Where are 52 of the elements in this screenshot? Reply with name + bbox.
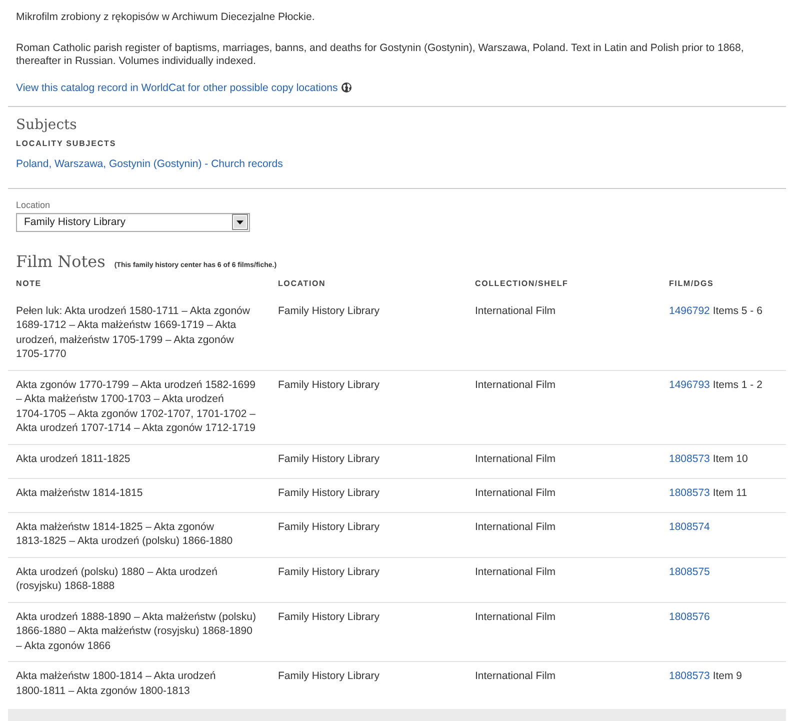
description-text: Roman Catholic parish register of baptisms, marriages, banns, and deaths for Gostynin (Gostynin), Warszawa, Poland. Text in Latin and Polish prior to 1868, thereafter in Russian. Volumes individually indexed. [16,42,745,68]
location-text: Family History Library [278,670,380,682]
film-number-link[interactable]: 1808573 [669,486,710,498]
film-number-link[interactable]: 1496792 [669,304,710,316]
column-header: FILM/DGS [669,278,714,288]
column-header: LOCATION [278,278,326,288]
location-text: Family History Library [278,520,380,532]
film-number-link[interactable]: 1808576 [669,610,710,622]
note-text: Akta małżeństw 1814-1815 [16,486,143,498]
description-text: Mikrofilm zrobiony z rękopisów w Archiwum Diecezjalne Płockie. [16,11,316,24]
collection-text: International Film [475,610,556,622]
film-number-link[interactable]: 1808574 [669,520,710,532]
section-heading: Subjects [16,116,77,134]
note-text: Akta małżeństw 1814-1825 – Akta zgonów 1813-1825 – Akta urodzeń (polsku) 1866-1880 [16,520,233,547]
location-text: Family History Library [278,610,380,622]
collection-text: International Film [475,378,556,390]
collection-text: International Film [475,670,556,682]
location-text: Family History Library [278,452,380,464]
film-items-text: Items 5 - 6 [712,304,762,316]
film-number-link[interactable]: 1808573 [669,452,710,464]
column-header: COLLECTION/SHELF [475,278,568,288]
location-text: Family History Library [278,486,380,498]
film-items-text: Item 11 [712,486,748,498]
worldcat-link[interactable]: View this catalog record in WorldCat for other possible copy locations [16,80,338,94]
field-label: Location [16,198,50,210]
film-number-link[interactable]: 1496793 [669,378,710,390]
film-number-link[interactable]: 1808575 [669,566,710,578]
location-text: Family History Library [278,378,380,390]
film-number-link[interactable]: 1808573 [669,670,710,682]
section-heading: Film Notes [16,252,106,272]
note-text: Akta urodzeń 1888-1890 – Akta małżeństw (polsku) 1866-1880 – Akta małżeństw (rosyjsku) 1868-1890 – Akta zgonów 1866 [16,610,256,652]
film-items-text: Item 9 [712,670,742,682]
location-select[interactable]: Family History Library [16,212,250,232]
note-text: Akta małżeństw 1800-1814 – Akta urodzeń 1800-1811 – Akta zgonów 1800-1813 [16,670,216,696]
globe-icon [340,82,352,93]
subject-group-heading: LOCALITY SUBJECTS [16,138,116,150]
note-text: Akta zgonów 1770-1799 – Akta urodzeń 1582-1699 – Akta małżeństw 1700-1703 – Akta urodzeń 1704-1705 – Akta zgonów 1702-1707, 1701-1702 – Akta urodzeń 1707-1714 – Akta zgonów 1712-1719 [16,378,256,434]
collection-text: International Film [475,304,556,316]
collection-text: International Film [475,452,556,464]
location-text: Family History Library [278,304,380,316]
collection-text: International Film [475,486,556,498]
note-text: Pełen luk: Akta urodzeń 1580-1711 – Akta zgonów 1689-1712 – Akta małżeństw 1669-1719 – Akta urodzeń, małżeństw 1705-1799 – Akta zgonów 1705-1770 [16,304,250,360]
note-text: Akta urodzeń 1811-1825 [16,452,130,464]
caret-icon [232,214,248,230]
film-items-text: Items 1 - 2 [712,378,762,390]
location-text: Family History Library [278,566,380,578]
film-items-text: Item 10 [712,452,748,464]
note-text: Akta urodzeń (polsku) 1880 – Akta urodzeń (rosyjsku) 1868-1888 [16,566,218,592]
column-header: NOTE [16,278,42,288]
subject-link[interactable]: Poland, Warszawa, Gostynin (Gostynin) - Church records [16,158,283,170]
collection-text: International Film [475,566,556,578]
collection-text: International Film [475,520,556,532]
